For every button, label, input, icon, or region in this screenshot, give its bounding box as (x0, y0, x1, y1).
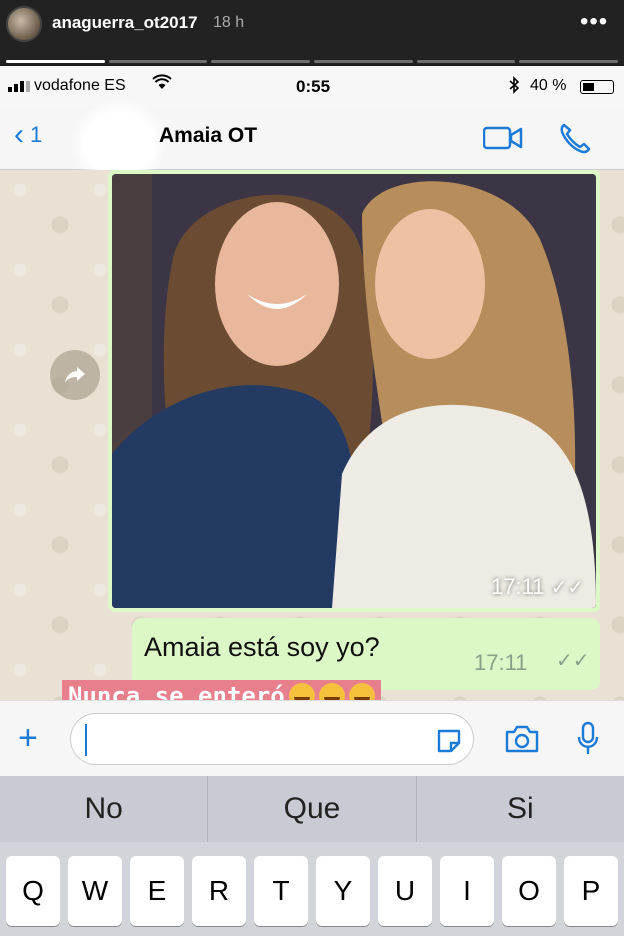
story-progress-segment (519, 60, 619, 63)
photo-time-text: 17:11 (491, 574, 545, 599)
read-ticks-icon: ✓✓ (556, 650, 590, 672)
story-progress-segment (108, 60, 208, 63)
message-input[interactable] (70, 713, 474, 765)
message-input-bar: + (0, 700, 624, 776)
carrier-name: vodafone ES (34, 77, 126, 94)
key-t[interactable]: T (254, 856, 308, 926)
phone-status-bar: vodafone ES 0:55 40 % (0, 66, 624, 106)
story-avatar[interactable] (6, 6, 42, 42)
story-progress-segment (416, 60, 516, 63)
contact-avatar[interactable] (84, 112, 154, 176)
read-ticks-icon: ✓✓ (550, 577, 584, 599)
signal-strength-icon (8, 81, 30, 92)
keyboard-row-1: Q W E R T Y U I O P (0, 856, 624, 926)
key-e[interactable]: E (130, 856, 184, 926)
message-text: Amaia está soy yo? (144, 632, 380, 662)
bluetooth-icon (508, 76, 520, 99)
story-progress-segment (211, 60, 311, 63)
predictive-suggestions: No Que Si (0, 776, 624, 842)
story-username[interactable]: anaguerra_ot2017 (52, 13, 198, 33)
key-y[interactable]: Y (316, 856, 370, 926)
key-w[interactable]: W (68, 856, 122, 926)
sticker-icon[interactable] (435, 728, 463, 759)
battery-percentage: 40 % (530, 77, 567, 94)
key-p[interactable]: P (564, 856, 618, 926)
voice-call-icon[interactable] (558, 122, 592, 161)
photo-timestamp: 17:11 ✓✓ (491, 574, 584, 600)
unread-count: 1 (30, 122, 43, 147)
story-progress (6, 60, 619, 63)
status-clock: 0:55 (296, 77, 331, 96)
more-options-icon[interactable]: ••• (580, 8, 608, 36)
text-caret (85, 724, 87, 756)
key-r[interactable]: R (192, 856, 246, 926)
back-button[interactable]: ‹ 1 (14, 118, 42, 152)
shared-photo[interactable]: 17:11 ✓✓ (112, 174, 596, 608)
keyboard: No Que Si Q W E R T Y U I O P (0, 776, 624, 936)
attach-plus-icon[interactable]: + (18, 719, 38, 758)
battery-icon (580, 80, 614, 94)
story-timestamp: 18 h (213, 14, 245, 31)
story-header: anaguerra_ot2017 18 h ••• (0, 0, 624, 64)
key-o[interactable]: O (502, 856, 556, 926)
chevron-left-icon: ‹ (14, 118, 24, 151)
message-timestamp: 17:11 (474, 650, 528, 675)
microphone-icon[interactable] (576, 721, 600, 762)
story-progress-segment (314, 60, 413, 63)
key-q[interactable]: Q (6, 856, 60, 926)
suggestion-no[interactable]: No (0, 776, 207, 842)
suggestion-si[interactable]: Si (415, 776, 624, 842)
chat-body[interactable]: 17:11 ✓✓ Amaia está soy yo? 17:11 ✓✓ (0, 170, 624, 700)
key-u[interactable]: U (378, 856, 432, 926)
camera-icon[interactable] (504, 725, 540, 758)
chat-header: ‹ 1 Amaia OT (0, 106, 624, 176)
photo-message[interactable]: 17:11 ✓✓ (108, 170, 600, 612)
wifi-icon (152, 74, 172, 95)
suggestion-que[interactable]: Que (207, 776, 415, 842)
forward-icon[interactable] (50, 350, 100, 400)
key-i[interactable]: I (440, 856, 494, 926)
story-progress-segment (6, 60, 105, 63)
video-call-icon[interactable] (482, 126, 523, 155)
contact-name[interactable]: Amaia OT (159, 124, 257, 148)
